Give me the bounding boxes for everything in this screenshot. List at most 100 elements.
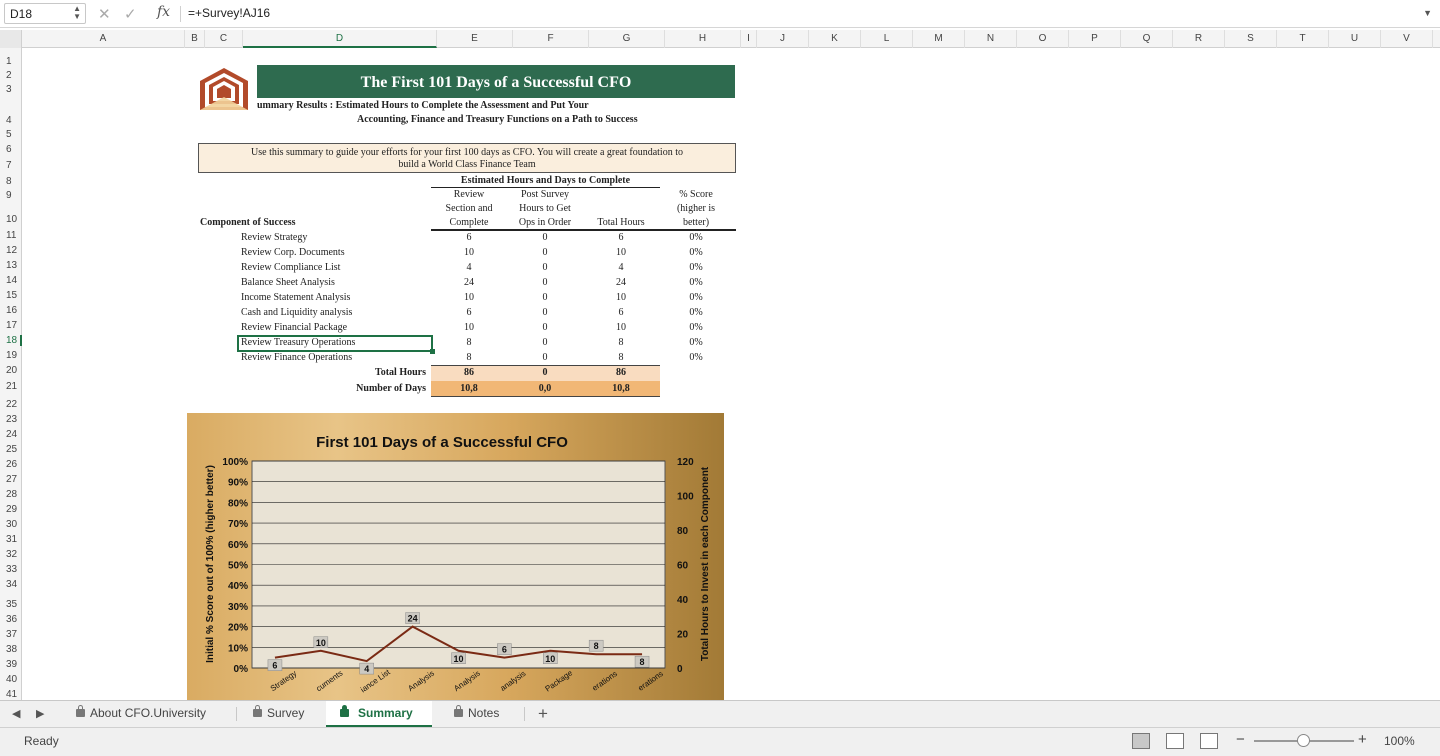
page-layout-view-icon[interactable] <box>1166 733 1184 749</box>
row-header-4[interactable]: 4 <box>0 115 22 126</box>
component-name: Review Finance Operations <box>241 352 353 363</box>
row-header-5[interactable]: 5 <box>0 129 22 140</box>
score-cell: 0% <box>689 277 703 288</box>
score-cell: 0% <box>689 352 703 363</box>
row-header-25[interactable]: 25 <box>0 444 22 455</box>
row-header-32[interactable]: 32 <box>0 549 22 560</box>
row-header-20[interactable]: 20 <box>0 365 22 376</box>
column-header-c[interactable]: C <box>205 30 243 48</box>
row-header-36[interactable]: 36 <box>0 614 22 625</box>
row-header-41[interactable]: 41 <box>0 689 22 700</box>
row-header-38[interactable]: 38 <box>0 644 22 655</box>
column-header-q[interactable]: Q <box>1121 30 1173 48</box>
tab-summary[interactable]: Summary <box>326 701 432 727</box>
confirm-icon[interactable]: ✓ <box>124 5 137 23</box>
column-header-l[interactable]: L <box>861 30 913 48</box>
column-header-h[interactable]: H <box>665 30 741 48</box>
column-header-n[interactable]: N <box>965 30 1017 48</box>
prev-sheet-icon[interactable]: ◀ <box>12 707 20 720</box>
chart[interactable]: First 101 Days of a Successful CFO 100% 90… <box>187 413 724 700</box>
page-break-view-icon[interactable] <box>1200 733 1218 749</box>
column-header-f[interactable]: F <box>513 30 589 48</box>
row-header-13[interactable]: 13 <box>0 260 22 271</box>
tab-about[interactable]: About CFO.University <box>72 701 232 727</box>
zoom-in-button[interactable]: + <box>1358 731 1367 748</box>
selected-cell[interactable] <box>237 335 435 354</box>
row-header-1[interactable]: 1 <box>0 56 22 67</box>
column-header-k[interactable]: K <box>809 30 861 48</box>
left-tick-label: 90% <box>228 478 248 489</box>
row-header-10[interactable]: 10 <box>0 214 22 225</box>
lock-icon <box>454 705 463 717</box>
row-header-28[interactable]: 28 <box>0 489 22 500</box>
tab-survey[interactable]: Survey <box>249 701 321 727</box>
row-header-9[interactable]: 9 <box>0 190 22 201</box>
row-header-23[interactable]: 23 <box>0 414 22 425</box>
row-header-24[interactable]: 24 <box>0 429 22 440</box>
row-header-35[interactable]: 35 <box>0 599 22 610</box>
column-header-b[interactable]: B <box>185 30 205 48</box>
row-header-11[interactable]: 11 <box>0 230 22 241</box>
column-header-d[interactable]: D <box>243 30 437 48</box>
row-header-16[interactable]: 16 <box>0 305 22 316</box>
row-header-22[interactable]: 22 <box>0 399 22 410</box>
row-header-14[interactable]: 14 <box>0 275 22 286</box>
tab-notes[interactable]: Notes <box>450 701 520 727</box>
row-header-26[interactable]: 26 <box>0 459 22 470</box>
next-sheet-icon[interactable]: ▶ <box>36 707 44 720</box>
add-sheet-button[interactable]: + <box>538 704 548 724</box>
column-header-i[interactable]: I <box>741 30 757 48</box>
column-header-a[interactable]: A <box>22 30 185 48</box>
column-header-e[interactable]: E <box>437 30 513 48</box>
col-total-header: Total Hours <box>597 217 645 228</box>
name-box[interactable]: D18 ▲ ▼ <box>4 3 86 24</box>
formula-input[interactable]: =+Survey!AJ16 <box>188 6 270 20</box>
lock-icon <box>253 705 262 717</box>
normal-view-icon[interactable] <box>1132 733 1150 749</box>
row-header-12[interactable]: 12 <box>0 245 22 256</box>
row-header-2[interactable]: 2 <box>0 70 22 81</box>
zoom-out-button[interactable]: − <box>1236 731 1245 748</box>
column-header-j[interactable]: J <box>757 30 809 48</box>
column-header-v[interactable]: V <box>1381 30 1433 48</box>
tab-label: About CFO.University <box>90 706 207 720</box>
expand-formula-icon[interactable]: ▼ <box>1423 8 1432 18</box>
cancel-icon[interactable]: ✕ <box>98 5 111 23</box>
left-tick-label: 70% <box>228 519 248 530</box>
row-header-19[interactable]: 19 <box>0 350 22 361</box>
column-header-m[interactable]: M <box>913 30 965 48</box>
row-header-7[interactable]: 7 <box>0 160 22 171</box>
row-header-18[interactable]: 18 <box>0 335 22 346</box>
row-header-40[interactable]: 40 <box>0 674 22 685</box>
column-header-o[interactable]: O <box>1017 30 1069 48</box>
column-header-t[interactable]: T <box>1277 30 1329 48</box>
data-label: 6 <box>502 645 507 655</box>
name-box-stepper-icon[interactable]: ▲ ▼ <box>73 5 81 21</box>
right-tick-label: 100 <box>677 492 694 503</box>
row-header-29[interactable]: 29 <box>0 504 22 515</box>
row-header-39[interactable]: 39 <box>0 659 22 670</box>
column-header-r[interactable]: R <box>1173 30 1225 48</box>
insert-function-icon[interactable]: fx <box>157 4 170 20</box>
row-header-37[interactable]: 37 <box>0 629 22 640</box>
row-header-8[interactable]: 8 <box>0 176 22 187</box>
row-header-3[interactable]: 3 <box>0 84 22 95</box>
row-header-30[interactable]: 30 <box>0 519 22 530</box>
column-header-g[interactable]: G <box>589 30 665 48</box>
row-header-33[interactable]: 33 <box>0 564 22 575</box>
left-tick-label: 30% <box>228 602 248 613</box>
row-header-21[interactable]: 21 <box>0 381 22 392</box>
select-all-corner[interactable] <box>0 30 22 48</box>
column-header-p[interactable]: P <box>1069 30 1121 48</box>
column-header-u[interactable]: U <box>1329 30 1381 48</box>
total-hours-cell: 10 <box>616 247 626 258</box>
row-header-6[interactable]: 6 <box>0 144 22 155</box>
row-header-27[interactable]: 27 <box>0 474 22 485</box>
row-header-34[interactable]: 34 <box>0 579 22 590</box>
left-tick-label: 20% <box>228 623 248 634</box>
row-header-31[interactable]: 31 <box>0 534 22 545</box>
row-header-17[interactable]: 17 <box>0 320 22 331</box>
column-header-s[interactable]: S <box>1225 30 1277 48</box>
zoom-slider-knob[interactable] <box>1297 734 1310 747</box>
row-header-15[interactable]: 15 <box>0 290 22 301</box>
